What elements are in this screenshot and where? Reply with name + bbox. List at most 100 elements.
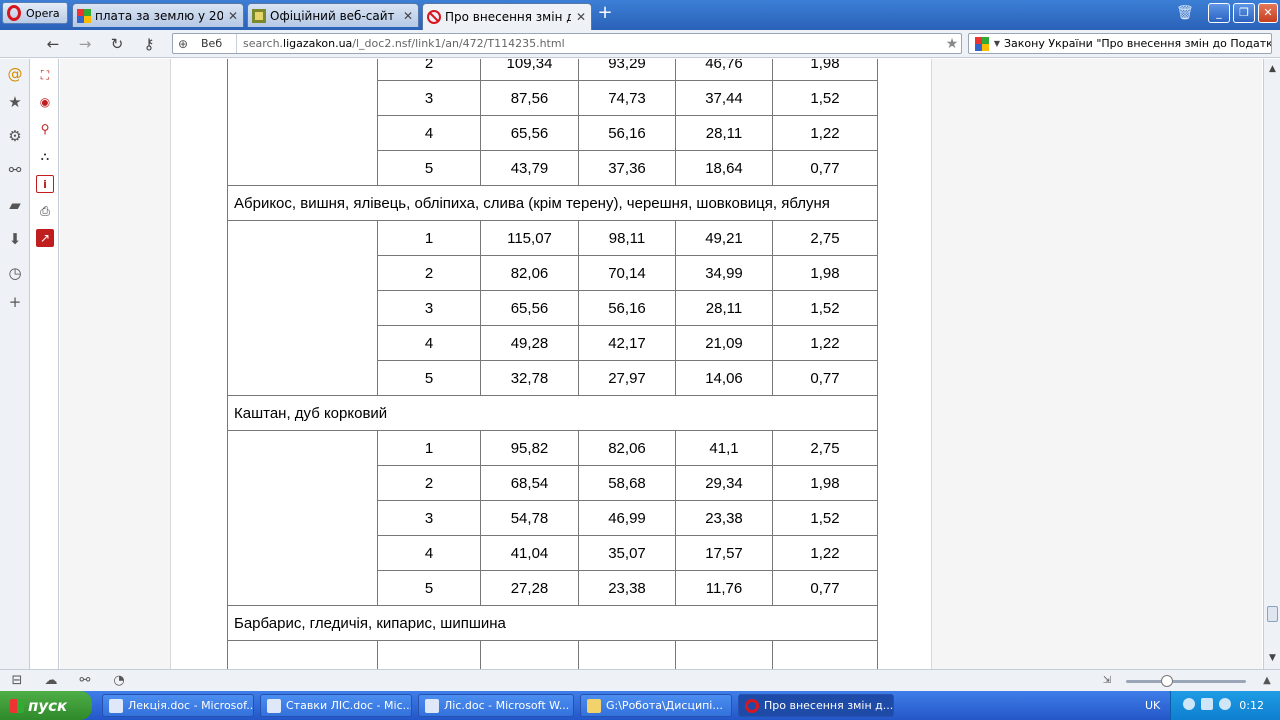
info-icon[interactable]: i bbox=[36, 175, 54, 193]
reader-icon[interactable]: ◉ bbox=[36, 93, 54, 111]
scroll-down-icon[interactable]: ▼ bbox=[1266, 652, 1279, 665]
task-rates-doc[interactable]: Ставки ЛІС.doc - Mic... bbox=[260, 694, 412, 717]
folder-icon bbox=[587, 698, 601, 713]
tab-3-active[interactable]: Про внесення змін до П... ✕ bbox=[422, 3, 592, 30]
task-opera[interactable]: Про внесення змін д... bbox=[738, 694, 894, 717]
notes-icon[interactable]: ▰ bbox=[6, 196, 24, 214]
table-cell-col5: 1,98 bbox=[772, 465, 878, 501]
table-cell-col3: 27,97 bbox=[578, 360, 676, 396]
table-cell-col2: 82,06 bbox=[480, 255, 579, 291]
google-favicon-icon bbox=[77, 8, 91, 23]
opera-menu-button[interactable]: Opera bbox=[2, 2, 68, 24]
table-cell-col3: 42,17 bbox=[578, 325, 676, 361]
table-cell-col2: 87,56 bbox=[480, 80, 579, 116]
plus-icon[interactable]: + bbox=[6, 293, 24, 311]
print-icon[interactable]: ⎙ bbox=[36, 202, 54, 220]
table-cell-col4: 21,09 bbox=[675, 325, 773, 361]
back-arrow-icon[interactable]: ← bbox=[42, 34, 64, 54]
address-bar[interactable]: ⊕ Веб search.ligazakon.ua/l_doc2.nsf/lin… bbox=[172, 33, 962, 54]
zoom-menu-icon[interactable]: ▲ bbox=[1258, 673, 1276, 689]
new-tab-plus-icon[interactable]: + bbox=[596, 4, 614, 23]
zoom-slider-track[interactable] bbox=[1126, 680, 1246, 683]
panel-toggle-icon[interactable]: ⊟ bbox=[8, 673, 26, 689]
start-button[interactable]: пуск bbox=[0, 691, 92, 720]
vertical-scrollbar[interactable]: ▲ ▼ bbox=[1263, 59, 1280, 669]
table-cell-col3: 37,36 bbox=[578, 150, 676, 186]
table-row: 4 49,28 42,17 21,09 1,22 bbox=[227, 325, 878, 361]
table-row: 5 32,78 27,97 14,06 0,77 bbox=[227, 360, 878, 396]
star-icon[interactable]: ★ bbox=[6, 93, 24, 111]
table-cell-col4: 18,64 bbox=[675, 150, 773, 186]
trash-icon[interactable]: 🗑 bbox=[1176, 5, 1194, 23]
table-row bbox=[227, 640, 878, 669]
forward-arrow-icon[interactable]: → bbox=[74, 34, 96, 54]
table-cell-col3: 23,38 bbox=[578, 570, 676, 606]
history-icon[interactable]: ◷ bbox=[6, 264, 24, 282]
search-engine-dropdown-icon[interactable]: ▼ bbox=[990, 39, 1004, 48]
tab-1-label: плата за землю у 2012 ... bbox=[95, 8, 223, 23]
table-cell-col1: 4 bbox=[377, 115, 481, 151]
table-cell-col1: 5 bbox=[377, 150, 481, 186]
tray-back-icon[interactable] bbox=[1183, 698, 1195, 710]
table-row: 3 54,78 46,99 23,38 1,52 bbox=[227, 500, 878, 536]
key-icon[interactable]: ⚷ bbox=[138, 34, 160, 54]
blank-cell bbox=[227, 255, 378, 291]
table-cell-col1: 3 bbox=[377, 290, 481, 326]
task-forest-doc[interactable]: Ліс.doc - Microsoft W... bbox=[418, 694, 574, 717]
bookmark-star-icon[interactable]: ★ bbox=[943, 36, 961, 52]
scroll-up-icon[interactable]: ▲ bbox=[1266, 63, 1279, 76]
search-text[interactable]: Закону України "Про внесення змін до Под… bbox=[1004, 37, 1271, 50]
table-cell-col2: 49,28 bbox=[480, 325, 579, 361]
table-cell-col3: 58,68 bbox=[578, 465, 676, 501]
view-toggle-icon[interactable]: ⇲ bbox=[1098, 673, 1116, 689]
windows-taskbar: пуск Лекція.doc - Microsof... Ставки ЛІС… bbox=[0, 691, 1280, 720]
scroll-thumb[interactable] bbox=[1267, 606, 1278, 622]
tray-network-icon[interactable] bbox=[1201, 698, 1213, 710]
tray-security-icon[interactable] bbox=[1219, 698, 1231, 710]
download-icon[interactable]: ⬇ bbox=[6, 230, 24, 248]
tab-1[interactable]: плата за землю у 2012 ... ✕ bbox=[72, 3, 244, 27]
blank-cell bbox=[227, 640, 378, 669]
reload-icon[interactable]: ↻ bbox=[106, 34, 128, 54]
unite-status-icon[interactable]: ⚯ bbox=[76, 673, 94, 689]
language-indicator[interactable]: UK bbox=[1145, 699, 1160, 712]
tab-2[interactable]: Офіційний веб-сайт Де... ✕ bbox=[247, 3, 419, 27]
table-cell-col5: 0,77 bbox=[772, 570, 878, 606]
opera-task-icon bbox=[745, 698, 759, 713]
task-folder[interactable]: G:\Робота\Дисципі... bbox=[580, 694, 732, 717]
table-cell-col2: 41,04 bbox=[480, 535, 579, 571]
share-icon[interactable]: ↗ bbox=[36, 229, 54, 247]
table-cell-col3: 35,07 bbox=[578, 535, 676, 571]
table-cell-col1: 3 bbox=[377, 80, 481, 116]
table-row: 2 68,54 58,68 29,34 1,98 bbox=[227, 465, 878, 501]
panel-toolbar: ⛶ ◉ ⚲ ⛬ i ⎙ ↗ bbox=[31, 59, 59, 669]
table-cell-col5: 0,77 bbox=[772, 150, 878, 186]
table-cell-col5: 1,98 bbox=[772, 255, 878, 291]
table-cell-col3: 56,16 bbox=[578, 290, 676, 326]
tree-alt-icon[interactable]: ⛬ bbox=[36, 147, 54, 165]
table-cell-col1: 2 bbox=[377, 59, 481, 81]
status-bar: ⊟ ☁ ⚯ ◔ ⇲ ▲ bbox=[0, 669, 1280, 691]
search-field[interactable]: ▼ Закону України "Про внесення змін до П… bbox=[968, 33, 1272, 54]
fullscreen-icon[interactable]: ⛶ bbox=[36, 66, 54, 84]
settings-icon[interactable]: ⚙ bbox=[6, 127, 24, 145]
blank-cell bbox=[227, 535, 378, 571]
minimize-button[interactable]: _ bbox=[1208, 3, 1230, 23]
zoom-slider-knob[interactable] bbox=[1161, 675, 1173, 687]
blank-cell bbox=[227, 150, 378, 186]
speed-dial-icon[interactable]: ◔ bbox=[110, 673, 128, 689]
address-url[interactable]: search.ligazakon.ua/l_doc2.nsf/link1/an/… bbox=[237, 37, 943, 50]
tab-3-close-icon[interactable]: ✕ bbox=[575, 10, 587, 24]
mail-icon[interactable]: @ bbox=[6, 65, 24, 83]
tab-1-close-icon[interactable]: ✕ bbox=[227, 9, 239, 23]
table-row: 4 65,56 56,16 28,11 1,22 bbox=[227, 115, 878, 151]
table-group-row: Каштан, дуб корковий bbox=[227, 395, 878, 431]
task-lecture-doc[interactable]: Лекція.doc - Microsof... bbox=[102, 694, 254, 717]
restore-button[interactable]: ❐ bbox=[1233, 3, 1255, 23]
close-window-button[interactable]: ✕ bbox=[1258, 3, 1278, 23]
unite-icon[interactable]: ⚯ bbox=[6, 161, 24, 179]
cloud-icon[interactable]: ☁ bbox=[42, 673, 60, 689]
tab-2-close-icon[interactable]: ✕ bbox=[402, 9, 414, 23]
tree-icon[interactable]: ⚲ bbox=[36, 120, 54, 138]
table-cell-col4: 49,21 bbox=[675, 220, 773, 256]
